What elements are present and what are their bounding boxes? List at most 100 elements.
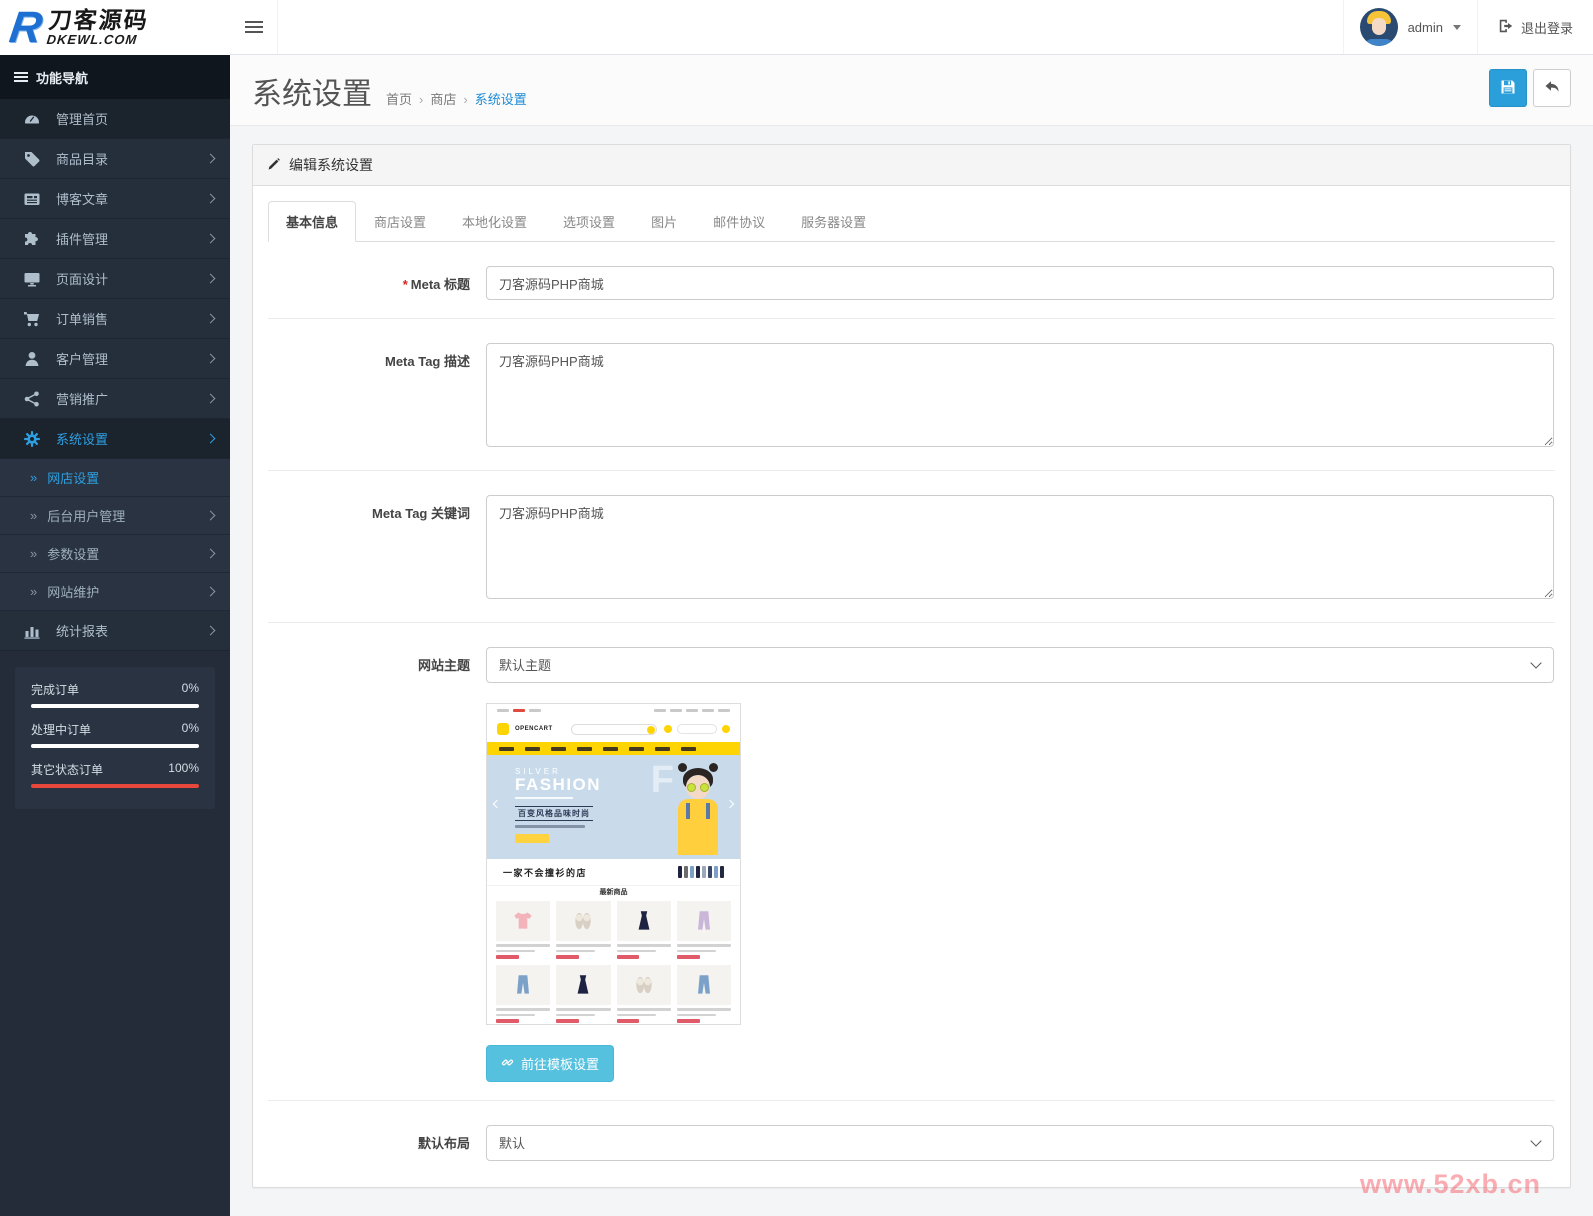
theme-preview-image: OPENCART F [486, 703, 741, 1025]
sidebar-item-reports[interactable]: 统计报表 [0, 611, 230, 651]
avatar [1360, 8, 1398, 46]
sidebar-subitem-parameters[interactable]: » 参数设置 [0, 535, 230, 573]
bar-chart-icon [22, 622, 42, 640]
meta-keywords-textarea[interactable]: 刀客源码PHP商城 [486, 495, 1554, 599]
preview-product-grid [487, 899, 740, 1025]
sidebar-menu: 管理首页 商品目录 博客文章 插件管理 [0, 99, 230, 651]
desktop-icon [22, 270, 42, 288]
sidebar-item-blog[interactable]: 博客文章 [0, 179, 230, 219]
topbar: admin 退出登录 [230, 0, 1593, 55]
cart-icon [22, 310, 42, 328]
tab-general[interactable]: 基本信息 [268, 201, 356, 242]
tab-localisation[interactable]: 本地化设置 [444, 201, 545, 242]
sidebar-item-marketing[interactable]: 营销推广 [0, 379, 230, 419]
sidebar-item-system-settings[interactable]: 系统设置 [0, 419, 230, 459]
preview-search-bar [571, 724, 657, 735]
settings-panel: 编辑系统设置 基本信息 商店设置 本地化设置 选项设置 图片 邮件协议 服务器设… [252, 144, 1571, 1188]
sidebar-subitem-store-settings[interactable]: » 网店设置 [0, 459, 230, 497]
sidebar-subitem-admin-users[interactable]: » 后台用户管理 [0, 497, 230, 535]
brand-title: 刀客源码 [47, 9, 149, 32]
double-angle-icon: » [30, 546, 37, 561]
tab-store[interactable]: 商店设置 [356, 201, 444, 242]
progress-bar [31, 784, 199, 788]
watermark: www.52xb.cn [1360, 1169, 1541, 1200]
tag-icon [22, 150, 42, 168]
brand-logo[interactable]: R 刀客源码 DKEWL.COM [0, 0, 230, 55]
breadcrumb-home[interactable]: 首页 [386, 89, 412, 108]
tab-mail[interactable]: 邮件协议 [695, 201, 783, 242]
chevron-right-icon [206, 354, 216, 364]
double-angle-icon: » [30, 584, 37, 599]
preview-site-logo: OPENCART [515, 726, 553, 732]
content-header: 系统设置 首页 › 商店 › 系统设置 [230, 55, 1593, 126]
content-body: 编辑系统设置 基本信息 商店设置 本地化设置 选项设置 图片 邮件协议 服务器设… [230, 126, 1593, 1188]
meta-description-textarea[interactable]: 刀客源码PHP商城 [486, 343, 1554, 447]
meta-title-input[interactable] [486, 266, 1554, 300]
breadcrumb-separator: › [463, 92, 467, 107]
stat-completed-orders: 完成订单 0% [31, 681, 199, 708]
double-angle-icon: » [30, 508, 37, 523]
page-title: 系统设置 [252, 69, 372, 113]
sidebar-item-sales[interactable]: 订单销售 [0, 299, 230, 339]
stat-value: 0% [182, 721, 199, 738]
chevron-right-icon [206, 194, 216, 204]
sidebar-item-customers[interactable]: 客户管理 [0, 339, 230, 379]
sidebar-toggle-button[interactable] [230, 0, 278, 54]
tab-server[interactable]: 服务器设置 [783, 201, 884, 242]
order-stats-panel: 完成订单 0% 处理中订单 0% 其它状态订单 100% [15, 667, 215, 809]
chevron-right-icon [206, 549, 216, 559]
product-tile-blue-jeans [496, 965, 550, 1023]
sidebar-item-dashboard[interactable]: 管理首页 [0, 99, 230, 139]
main-column: admin 退出登录 系统设置 首页 › 商店 › [230, 0, 1593, 1216]
form-group-meta-keywords: Meta Tag 关键词 刀客源码PHP商城 [268, 471, 1555, 623]
form-group-meta-title: *Meta 标题 [268, 242, 1555, 319]
tab-image[interactable]: 图片 [633, 201, 695, 242]
progress-bar [31, 744, 199, 748]
dashboard-icon [22, 110, 42, 128]
breadcrumb: 首页 › 商店 › 系统设置 [386, 89, 527, 108]
product-tile-pink-tshirt [496, 901, 550, 959]
stat-other-orders: 其它状态订单 100% [31, 761, 199, 788]
save-icon [1499, 78, 1517, 99]
sidebar-item-design[interactable]: 页面设计 [0, 259, 230, 299]
preview-hero-banner: F SILVER FASHION 百变风格品味时尚 [487, 755, 740, 859]
caret-down-icon [1453, 25, 1461, 30]
chevron-right-icon [206, 154, 216, 164]
breadcrumb-separator: › [419, 92, 423, 107]
chevron-right-icon [206, 511, 216, 521]
preview-nav-bar [487, 742, 740, 755]
product-tile-blue-jeans [677, 965, 731, 1023]
preview-model-figure [670, 763, 726, 855]
layout-select[interactable]: 默认 [486, 1125, 1554, 1161]
chevron-right-icon [206, 314, 216, 324]
theme-select[interactable]: 默认主题 [486, 647, 1554, 683]
product-tile-navy-dress [556, 965, 610, 1023]
gear-icon [22, 430, 42, 448]
user-dropdown[interactable]: admin [1343, 0, 1477, 54]
tab-options[interactable]: 选项设置 [545, 201, 633, 242]
content-area: 系统设置 首页 › 商店 › 系统设置 [230, 55, 1593, 1216]
back-button[interactable] [1533, 69, 1571, 107]
stat-processing-orders: 处理中订单 0% [31, 721, 199, 748]
header-actions [1489, 69, 1571, 107]
panel-heading: 编辑系统设置 [253, 145, 1570, 186]
chevron-right-icon [206, 434, 216, 444]
logout-button[interactable]: 退出登录 [1477, 0, 1593, 54]
sidebar-item-extensions[interactable]: 插件管理 [0, 219, 230, 259]
chevron-right-icon [206, 394, 216, 404]
breadcrumb-current: 系统设置 [475, 89, 527, 108]
sidebar-item-catalog[interactable]: 商品目录 [0, 139, 230, 179]
brand-logo-icon: R [7, 6, 45, 50]
template-settings-button[interactable]: 前往模板设置 [486, 1045, 614, 1082]
stat-value: 0% [182, 681, 199, 698]
form-group-meta-description: Meta Tag 描述 刀客源码PHP商城 [268, 319, 1555, 471]
product-tile-slippers [556, 901, 610, 959]
reply-arrow-icon [1543, 78, 1561, 99]
sidebar-subitem-maintenance[interactable]: » 网站维护 [0, 573, 230, 611]
share-icon [22, 390, 42, 408]
breadcrumb-store[interactable]: 商店 [430, 89, 456, 108]
username: admin [1408, 20, 1443, 35]
save-button[interactable] [1489, 69, 1527, 107]
chevron-right-icon [206, 626, 216, 636]
link-icon [501, 1056, 514, 1072]
